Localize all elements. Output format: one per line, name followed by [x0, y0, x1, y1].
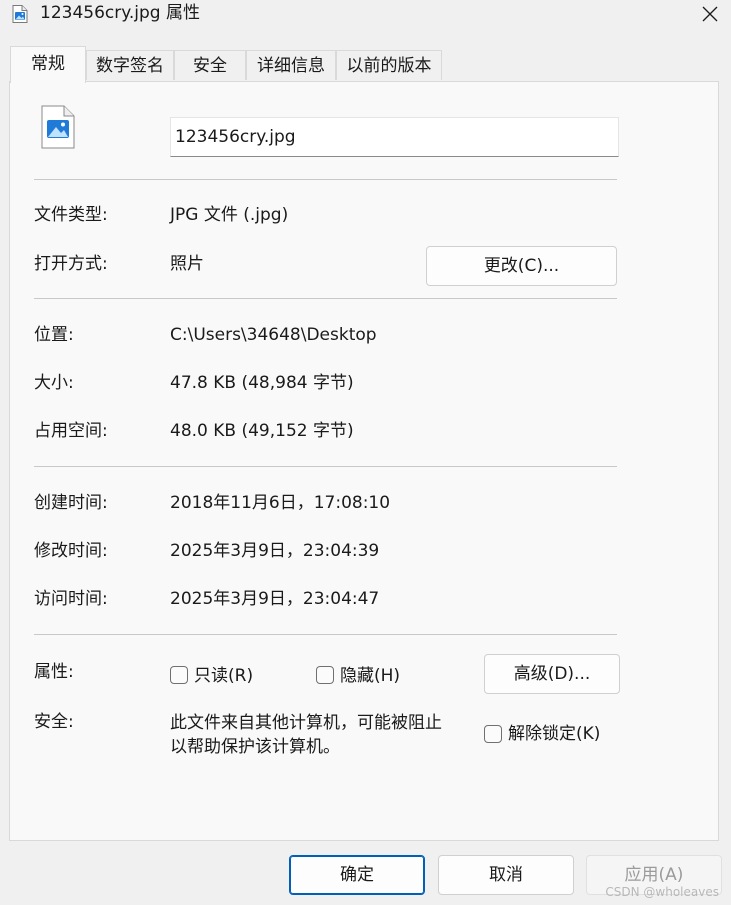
security-warning-line: 以帮助保护该计算机。 [170, 737, 340, 757]
attributes-label: 属性: [34, 662, 74, 682]
size-label: 大小: [34, 373, 74, 393]
file-type-label: 文件类型: [34, 205, 108, 225]
tab-label: 常规 [31, 54, 65, 74]
tab-digital-signatures[interactable]: 数字签名 [86, 50, 174, 80]
cancel-button-label: 取消 [489, 865, 523, 885]
opens-with-value: 照片 [170, 254, 204, 274]
readonly-label[interactable]: 只读(R) [194, 665, 253, 687]
watermark: CSDN @wholeaves [605, 885, 719, 899]
tab-label: 详细信息 [257, 56, 325, 76]
change-button[interactable]: 更改(C)... [426, 246, 617, 286]
security-warning-line: 此文件来自其他计算机，可能被阻止 [170, 713, 442, 733]
readonly-checkbox[interactable] [170, 666, 188, 684]
divider [34, 298, 617, 299]
hidden-label[interactable]: 隐藏(H) [340, 665, 400, 687]
divider [34, 466, 617, 467]
tab-previous-versions[interactable]: 以前的版本 [336, 50, 442, 80]
image-file-icon [12, 5, 28, 23]
image-file-large-icon [40, 105, 76, 149]
created-label: 创建时间: [34, 493, 108, 513]
size-value: 47.8 KB (48,984 字节) [170, 373, 354, 393]
modified-value: 2025年3月9日，23:04:39 [170, 541, 380, 561]
accessed-label: 访问时间: [34, 589, 108, 609]
divider [34, 634, 617, 635]
tab-details[interactable]: 详细信息 [246, 50, 336, 80]
file-type-value: JPG 文件 (.jpg) [170, 205, 289, 225]
cancel-button[interactable]: 取消 [438, 855, 574, 895]
ok-button[interactable]: 确定 [289, 855, 425, 895]
close-button[interactable] [687, 0, 731, 28]
modified-label: 修改时间: [34, 541, 108, 561]
hidden-checkbox[interactable] [316, 666, 334, 684]
tab-security[interactable]: 安全 [174, 50, 246, 80]
divider [34, 179, 617, 180]
unblock-label[interactable]: 解除锁定(K) [508, 723, 600, 745]
tab-label: 以前的版本 [346, 56, 432, 76]
security-label: 安全: [34, 712, 74, 732]
size-on-disk-value: 48.0 KB (49,152 字节) [170, 421, 354, 441]
apply-button-label: 应用(A) [624, 865, 684, 885]
tab-label: 数字签名 [96, 56, 164, 76]
created-value: 2018年11月6日，17:08:10 [170, 493, 391, 513]
tab-general[interactable]: 常规 [10, 46, 86, 83]
change-button-label: 更改(C)... [483, 256, 560, 276]
security-warning-text: 此文件来自其他计算机，可能被阻止 以帮助保护该计算机。 [170, 711, 442, 759]
ok-button-label: 确定 [340, 865, 374, 885]
close-icon [702, 6, 718, 22]
properties-dialog: 123456cry.jpg 属性 常规 数字签名 安全 详细信息 以前的版本 1… [0, 0, 731, 905]
window-title: 123456cry.jpg 属性 [40, 3, 200, 23]
opens-with-label: 打开方式: [34, 254, 108, 274]
accessed-value: 2025年3月9日，23:04:47 [170, 589, 380, 609]
advanced-button[interactable]: 高级(D)... [484, 654, 620, 694]
tab-label: 安全 [193, 56, 227, 76]
location-label: 位置: [34, 325, 74, 345]
location-value: C:\Users\34648\Desktop [170, 325, 377, 345]
unblock-checkbox[interactable] [484, 725, 502, 743]
title-bar[interactable]: 123456cry.jpg 属性 [0, 0, 731, 28]
advanced-button-label: 高级(D)... [513, 664, 591, 684]
file-name-input[interactable] [170, 117, 619, 157]
size-on-disk-label: 占用空间: [34, 421, 108, 441]
